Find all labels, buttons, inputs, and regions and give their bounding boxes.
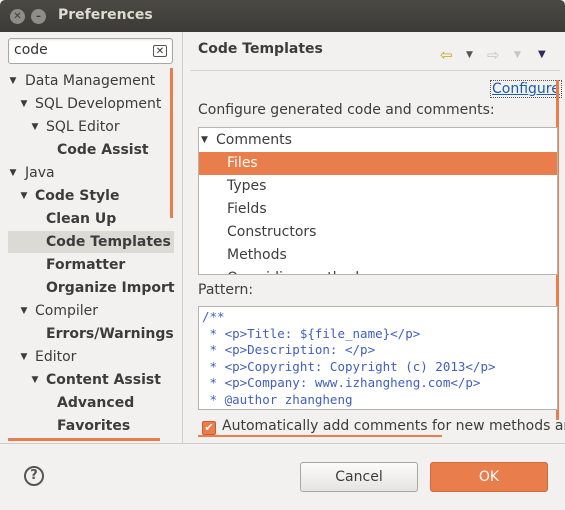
tree-item[interactable]: ▼ Java — [8, 162, 174, 184]
tree-item-label: Compiler — [35, 303, 99, 319]
tree-item-label: Advanced — [57, 395, 135, 411]
tree-horizontal-scrollbar[interactable] — [8, 438, 160, 441]
template-item[interactable]: Files — [199, 152, 557, 175]
view-menu-icon[interactable]: ▼ — [538, 49, 546, 60]
title-bar: ✕ – Preferences — [0, 0, 565, 32]
template-item[interactable]: Methods — [199, 244, 557, 267]
tree-item-label: Code Templates — [46, 234, 171, 250]
panel-divider[interactable] — [182, 32, 183, 444]
tree-item-label: Editor — [35, 349, 77, 365]
expand-arrow-icon[interactable]: ▼ — [8, 162, 18, 184]
tree-item-label: Content Assist — [46, 372, 161, 388]
template-item-label: Methods — [227, 247, 287, 263]
template-item-label: Constructors — [227, 224, 317, 240]
tree-item[interactable]: ▼ Data Management — [8, 70, 174, 92]
templates-tree: ▼ Comments Files Types Fields Constructors Met… — [198, 127, 558, 275]
pattern-line: * @author zhangheng — [202, 392, 353, 407]
tree-item-label: SQL Development — [35, 96, 162, 112]
template-item[interactable]: Constructors — [199, 221, 557, 244]
template-item-label: Comments — [216, 132, 292, 148]
expand-arrow-icon[interactable]: ▼ — [30, 116, 40, 138]
filter-input[interactable] — [14, 42, 144, 58]
close-window-icon[interactable]: ✕ — [10, 9, 25, 24]
tree-item[interactable]: Formatter — [8, 254, 174, 276]
tree-item[interactable]: ▼ Compiler — [8, 300, 174, 322]
template-item-label: Overriding methods — [227, 267, 366, 274]
expand-arrow-icon[interactable]: ▼ — [19, 185, 29, 207]
tree-item-label: Organize Imports — [46, 280, 175, 296]
tree-item[interactable]: Favorites — [8, 415, 174, 437]
clear-search-icon[interactable]: ✕ — [153, 45, 167, 57]
tree-item-label: Data Management — [25, 73, 156, 89]
pattern-line: * <p>Copyright: Copyright (c) 2013</p> — [202, 358, 496, 374]
tree-item[interactable]: ▼ SQL Development — [8, 93, 174, 115]
tree-item[interactable]: ▼ Content Assist — [8, 369, 174, 391]
preferences-window: ✕ – Preferences ✕ ▼ Data Management ▼ SQL D… — [0, 0, 565, 510]
configure-label: Configure generated code and comments: — [198, 102, 495, 118]
tree-item-label: Code Assist — [57, 142, 149, 158]
tree-item[interactable]: Code Assist — [8, 139, 174, 161]
expand-arrow-icon[interactable]: ▼ — [8, 70, 18, 92]
pattern-line: /** — [202, 309, 225, 324]
pattern-line: * <p>Title: ${file_name}</p> — [202, 325, 421, 341]
preference-tree: ▼ Data Management ▼ SQL Development ▼ SQL Edi… — [0, 70, 175, 442]
tree-item-label: Clean Up — [46, 211, 117, 227]
template-item[interactable]: Fields — [199, 198, 557, 221]
forward-arrow-icon: ⇨ — [487, 46, 500, 64]
forward-menu-chevron-icon: ▼ — [514, 50, 521, 60]
ok-button[interactable]: OK — [430, 462, 548, 492]
expand-arrow-icon[interactable]: ▼ — [30, 369, 40, 391]
tree-item-label: Code Style — [35, 188, 120, 204]
pattern-editor[interactable]: /** * <p>Title: ${file_name}</p> * <p>De… — [198, 306, 558, 410]
tree-item[interactable]: Clean Up — [8, 208, 174, 230]
expand-arrow-icon[interactable]: ▼ — [19, 346, 29, 368]
focus-underline — [198, 435, 442, 437]
tree-item-label: Errors/Warnings — [46, 326, 174, 342]
template-item[interactable]: Types — [199, 175, 557, 198]
pattern-line: * <p>Description: </p> — [202, 342, 376, 358]
configure-project-settings-link[interactable]: Configure — [490, 80, 562, 98]
template-item[interactable]: ▼ Comments — [199, 129, 557, 152]
pattern-label: Pattern: — [198, 282, 254, 298]
title-separator — [190, 70, 560, 71]
back-menu-chevron-icon[interactable]: ▼ — [466, 50, 473, 60]
tree-item-label: Favorites — [57, 418, 131, 434]
tree-item[interactable]: ▼ SQL Editor — [8, 116, 174, 138]
expand-arrow-icon[interactable]: ▼ — [19, 93, 29, 115]
minimize-window-icon[interactable]: – — [31, 9, 46, 24]
window-title: Preferences — [58, 7, 153, 23]
tree-item[interactable]: Advanced — [8, 392, 174, 414]
tree-item[interactable]: ▼ Code Style — [8, 185, 174, 207]
template-item[interactable]: Overriding methods — [199, 267, 557, 274]
tree-item[interactable]: Organize Imports — [8, 277, 175, 299]
tree-item-label: Formatter — [46, 257, 126, 273]
tree-item[interactable]: Code Templates — [8, 231, 174, 253]
help-icon[interactable]: ? — [24, 466, 44, 486]
filter-search-box[interactable]: ✕ — [8, 38, 173, 64]
cancel-button[interactable]: Cancel — [300, 462, 418, 492]
template-item-label: Fields — [227, 201, 267, 217]
tree-item-label: SQL Editor — [46, 119, 120, 135]
back-arrow-icon[interactable]: ⇦ — [440, 46, 453, 64]
button-bar-separator — [0, 443, 565, 444]
template-item-label: Files — [227, 155, 258, 171]
template-item-label: Types — [227, 178, 267, 194]
tree-item-label: Java — [25, 165, 55, 181]
auto-comments-checkbox[interactable]: ✔ — [202, 421, 216, 435]
expand-arrow-icon[interactable]: ▼ — [19, 300, 29, 322]
pattern-line: * <p>Company: www.izhangheng.com</p> — [202, 375, 481, 391]
tree-scrollbar[interactable] — [170, 68, 173, 218]
tree-item[interactable]: ▼ Editor — [8, 346, 174, 368]
page-title: Code Templates — [198, 41, 323, 57]
expand-arrow-icon[interactable]: ▼ — [201, 129, 208, 152]
tree-item[interactable]: Errors/Warnings — [8, 323, 174, 345]
auto-comments-label: Automatically add comments for new metho… — [222, 418, 565, 434]
